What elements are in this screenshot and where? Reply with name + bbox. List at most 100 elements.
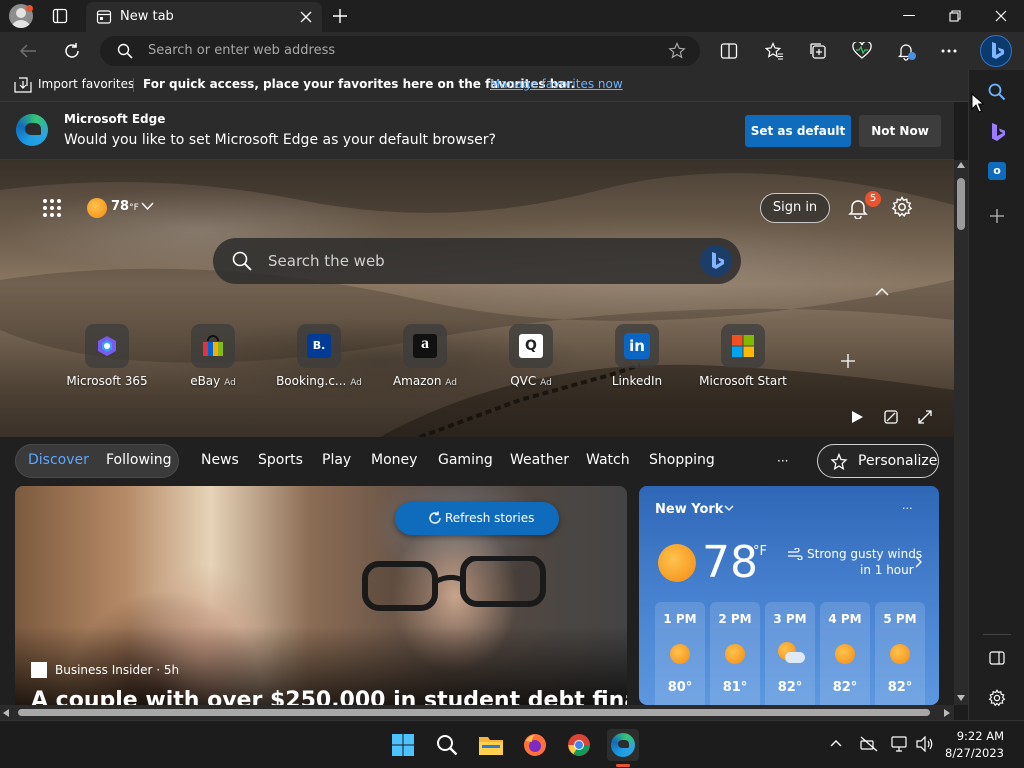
vertical-scroll-thumb[interactable] <box>957 178 965 230</box>
sidebar-search-icon[interactable] <box>988 83 1006 101</box>
tile-linkedin[interactable]: in <box>615 324 659 368</box>
hourly-forecast-3pm[interactable]: 3 PM 82° <box>765 602 815 705</box>
firefox-icon[interactable] <box>519 729 551 761</box>
hourly-temp: 82° <box>832 680 858 695</box>
manage-favorites-link[interactable]: Manage favorites now <box>490 77 623 91</box>
scroll-down-arrow-icon[interactable] <box>957 695 965 701</box>
restore-icon[interactable] <box>949 10 961 22</box>
sidebar-add-plus-icon[interactable] <box>990 209 1004 223</box>
sidebar-settings-gear-icon[interactable] <box>988 689 1006 707</box>
feed-more-menu[interactable]: ··· <box>777 454 788 468</box>
vertical-scrollbar[interactable] <box>954 160 968 705</box>
sidebar-copilot-icon[interactable] <box>988 122 1006 142</box>
weather-temp[interactable]: 78°F <box>111 199 139 214</box>
tab-actions-icon[interactable] <box>52 8 68 24</box>
tab-weather[interactable]: Weather <box>510 452 569 468</box>
horizontal-scrollbar[interactable] <box>0 705 954 720</box>
display-icon[interactable] <box>891 736 909 752</box>
weather-city[interactable]: New York <box>655 502 723 517</box>
web-search-placeholder: Search the web <box>268 252 385 270</box>
tab-play[interactable]: Play <box>322 452 351 468</box>
web-search-box[interactable]: Search the web <box>213 238 741 284</box>
expand-icon[interactable] <box>918 410 932 424</box>
favorite-star-icon[interactable] <box>668 42 686 60</box>
weather-card[interactable]: New York ··· 78 °F Strong gusty winds in… <box>639 486 939 705</box>
start-windows-icon[interactable] <box>387 729 419 761</box>
not-now-button[interactable]: Not Now <box>859 115 941 147</box>
new-tab-plus-icon[interactable] <box>332 8 348 24</box>
weather-next-chevron-icon[interactable] <box>915 556 922 568</box>
tile-qvc[interactable]: Q <box>509 324 553 368</box>
tab-money[interactable]: Money <box>371 452 417 468</box>
tab-discover[interactable]: Discover <box>28 452 89 468</box>
weather-more-menu[interactable]: ··· <box>902 502 913 515</box>
page-settings-gear-icon[interactable] <box>891 196 913 218</box>
tile-booking[interactable]: B. <box>297 324 341 368</box>
close-tab-icon[interactable] <box>300 11 312 23</box>
sidebar-outlook-icon[interactable]: o <box>988 162 1006 180</box>
personalize-button[interactable]: Personalize <box>817 444 939 478</box>
tab-news[interactable]: News <box>201 452 239 468</box>
collections-icon[interactable] <box>809 42 827 60</box>
edge-logo-icon <box>16 114 48 146</box>
chrome-icon[interactable] <box>563 729 595 761</box>
set-as-default-button[interactable]: Set as default <box>745 115 851 147</box>
browser-essentials-icon[interactable] <box>852 42 872 60</box>
hourly-time: 2 PM <box>718 612 752 626</box>
horizontal-scroll-thumb[interactable] <box>18 709 930 716</box>
import-favorites-icon[interactable] <box>14 77 32 93</box>
edge-taskbar-icon[interactable] <box>607 729 639 761</box>
apps-launcher-icon[interactable] <box>42 198 62 218</box>
tab-sports[interactable]: Sports <box>258 452 303 468</box>
tab-watch[interactable]: Watch <box>586 452 630 468</box>
play-video-icon[interactable] <box>851 410 864 424</box>
hourly-forecast-1pm[interactable]: 1 PM 80° <box>655 602 705 705</box>
sun-icon <box>835 644 855 664</box>
collapse-chevron-up-icon[interactable] <box>875 287 889 296</box>
volume-speaker-icon[interactable] <box>916 736 934 752</box>
bing-chat-icon[interactable] <box>700 245 732 277</box>
weather-sun-icon[interactable] <box>87 198 107 218</box>
scroll-up-arrow-icon[interactable] <box>957 162 965 168</box>
back-arrow-icon[interactable] <box>19 43 37 59</box>
tab-gaming[interactable]: Gaming <box>438 452 493 468</box>
tile-microsoft-start[interactable] <box>721 324 765 368</box>
hourly-forecast-2pm[interactable]: 2 PM 81° <box>710 602 760 705</box>
tile-ebay[interactable] <box>191 324 235 368</box>
tab-new-tab[interactable]: New tab <box>86 2 322 32</box>
tab-following[interactable]: Following <box>106 452 172 468</box>
city-chevron-down-icon[interactable] <box>724 505 734 512</box>
import-favorites-link[interactable]: Import favorites <box>38 77 134 91</box>
hourly-forecast-4pm[interactable]: 4 PM 82° <box>820 602 870 705</box>
tile-amazon[interactable]: a <box>403 324 447 368</box>
file-explorer-icon[interactable] <box>475 729 507 761</box>
tile-microsoft-365[interactable] <box>85 324 129 368</box>
add-quick-link-plus-icon[interactable] <box>840 353 856 369</box>
refresh-icon[interactable] <box>63 42 81 60</box>
taskbar-search-icon[interactable] <box>431 729 463 761</box>
close-window-icon[interactable] <box>995 10 1007 22</box>
settings-and-more-icon[interactable] <box>941 49 957 53</box>
favorites-divider <box>133 78 134 92</box>
hourly-time: 3 PM <box>773 612 807 626</box>
hourly-forecast-5pm[interactable]: 5 PM 82° <box>875 602 925 705</box>
story-headline[interactable]: A couple with over $250,000 in student d… <box>31 688 627 705</box>
minimize-icon[interactable] <box>903 15 915 16</box>
sign-in-button[interactable]: Sign in <box>760 193 830 223</box>
taskbar-clock-time[interactable]: 9:22 AM <box>940 729 1004 743</box>
taskbar-clock-date[interactable]: 8/27/2023 <box>940 746 1004 760</box>
favorites-icon[interactable] <box>765 42 783 60</box>
scroll-right-arrow-icon[interactable] <box>944 709 950 717</box>
address-bar[interactable]: Search or enter web address <box>100 36 700 66</box>
scroll-left-arrow-icon[interactable] <box>3 709 9 717</box>
tab-shopping[interactable]: Shopping <box>649 452 715 468</box>
split-screen-icon[interactable] <box>720 42 738 60</box>
network-disconnected-icon[interactable] <box>860 736 878 752</box>
refresh-stories-button[interactable]: Refresh stories <box>395 502 559 535</box>
hide-sidebar-icon[interactable] <box>989 651 1005 665</box>
show-hidden-icons-chevron-icon[interactable] <box>830 739 842 747</box>
weather-chevron-down-icon[interactable] <box>141 202 154 211</box>
notifications-bell-icon[interactable] <box>897 41 917 61</box>
image-info-icon[interactable] <box>884 410 898 424</box>
bing-copilot-icon[interactable] <box>980 35 1012 67</box>
